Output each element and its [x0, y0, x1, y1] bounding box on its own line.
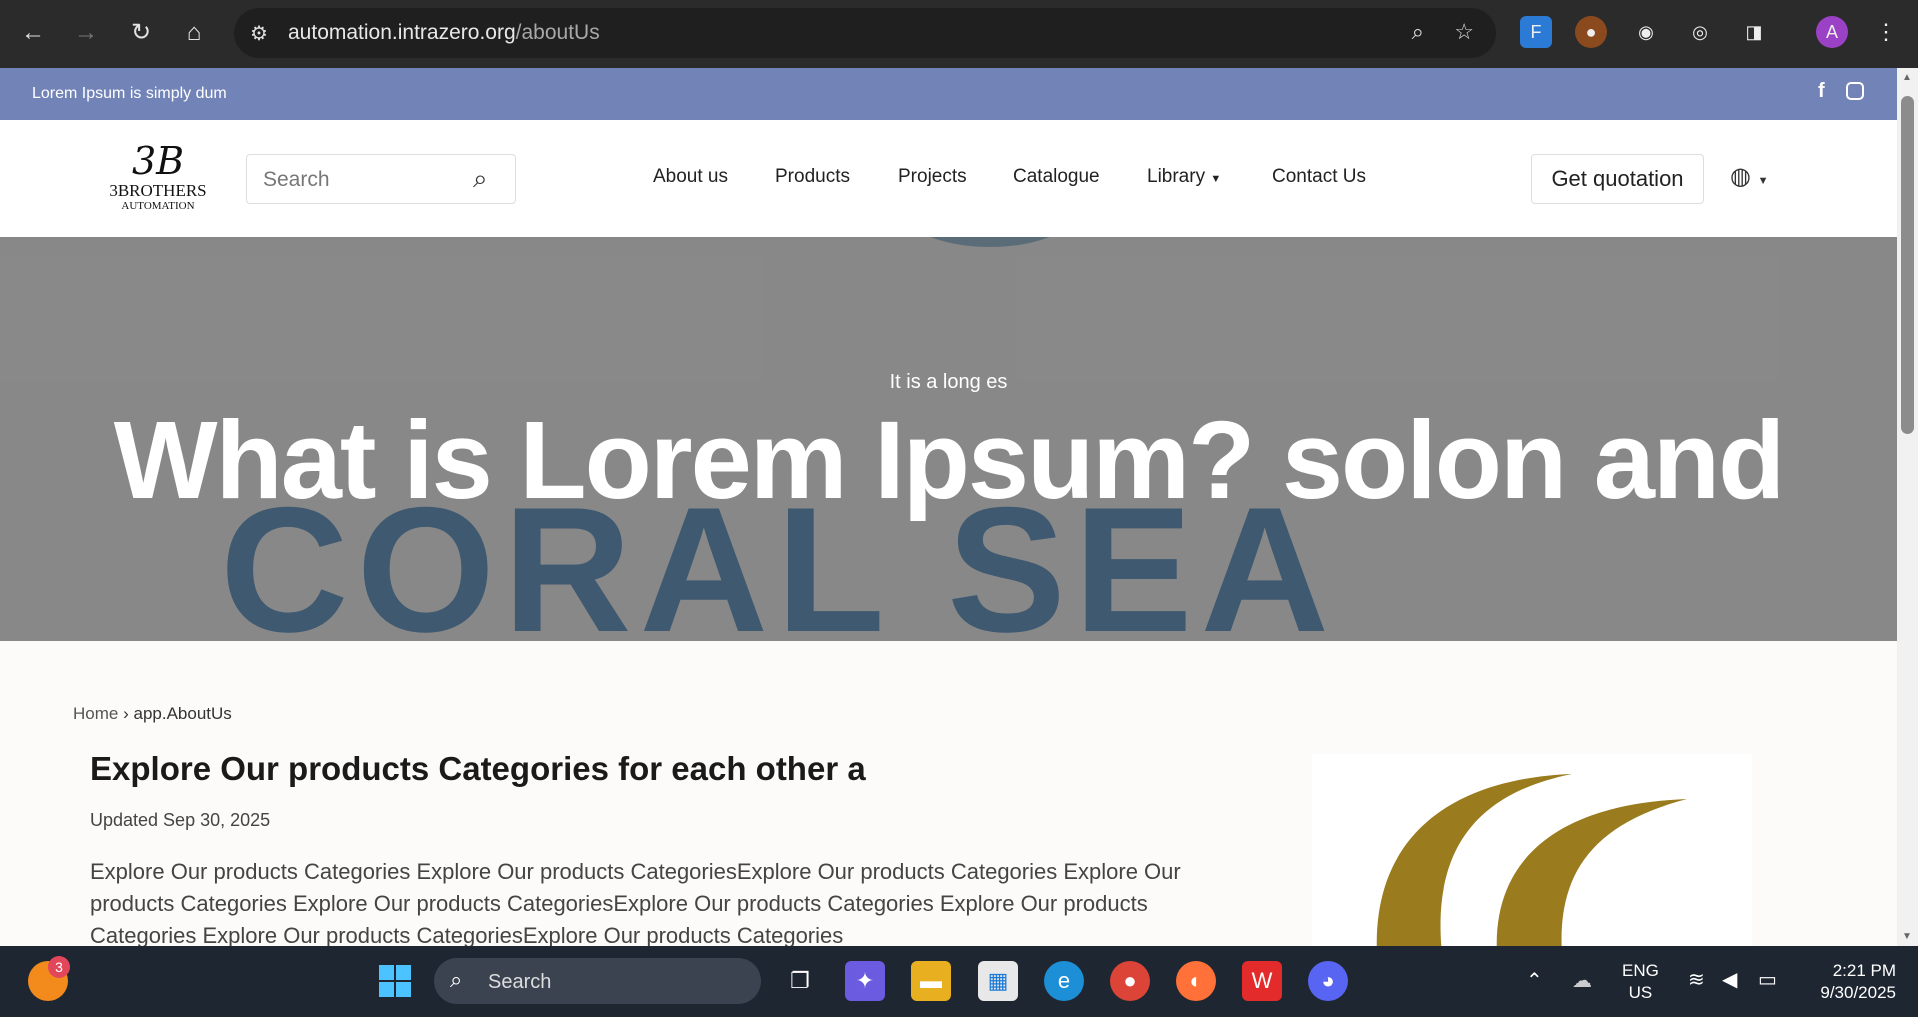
battery-icon[interactable]: ▭: [1758, 967, 1777, 992]
breadcrumb-current: app.AboutUs: [133, 704, 232, 723]
search-icon[interactable]: ⌕: [473, 163, 488, 195]
wifi-icon[interactable]: ≋: [1688, 967, 1705, 992]
logo-name: 3BROTHERS: [109, 181, 207, 200]
scrollbar-thumb[interactable]: [1901, 96, 1914, 434]
web-page: Lorem Ipsum is simply dum f 3B 3BROTHERS…: [0, 68, 1897, 946]
address-bar[interactable]: ⚙ automation.intrazero.org/aboutUs ⌕ ☆: [234, 8, 1496, 58]
hero-subtitle: It is a long es: [889, 371, 1008, 393]
facebook-icon[interactable]: f: [1818, 80, 1825, 103]
site-header: 3B 3BROTHERS AUTOMATION ⌕ About us Produ…: [0, 120, 1897, 237]
profile-avatar[interactable]: A: [1816, 16, 1848, 48]
language-selector[interactable]: ◍ ▼: [1730, 162, 1769, 191]
nav-about-us[interactable]: About us: [653, 166, 728, 188]
notification-badge: 3: [48, 956, 70, 978]
windows-logo: [379, 965, 411, 997]
clock[interactable]: 2:21 PM 9/30/2025: [1800, 960, 1896, 1004]
globe-icon: ◍: [1730, 163, 1751, 190]
page-scrollbar[interactable]: ▲ ▼: [1897, 68, 1918, 946]
instagram-icon[interactable]: [1846, 82, 1864, 100]
breadcrumb-home[interactable]: Home: [73, 704, 118, 723]
bookmark-star-icon[interactable]: ☆: [1454, 19, 1474, 45]
scroll-up-icon[interactable]: ▲: [1902, 72, 1912, 83]
taskbar-search-label: Search: [488, 971, 552, 993]
nav-contact-us[interactable]: Contact Us: [1272, 166, 1366, 188]
show-hidden-icons-icon[interactable]: ⌃: [1526, 968, 1543, 993]
nav-library[interactable]: Library ▼: [1147, 166, 1221, 188]
wps-office-icon[interactable]: W: [1242, 961, 1282, 1001]
language-code: ENG: [1622, 961, 1659, 980]
onedrive-icon[interactable]: ☁: [1572, 968, 1592, 993]
caret-down-icon: ▼: [1757, 175, 1769, 187]
back-icon[interactable]: ←: [16, 16, 50, 50]
extension-cookie-icon[interactable]: ●: [1575, 16, 1607, 48]
nav-products[interactable]: Products: [775, 166, 850, 188]
search-input[interactable]: [263, 165, 463, 195]
logo-sub: AUTOMATION: [121, 200, 195, 212]
site-search: ⌕: [246, 154, 516, 204]
page-title: Explore Our products Categories for each…: [90, 750, 866, 787]
region-code: US: [1628, 983, 1653, 1002]
discord-icon[interactable]: ◕: [1308, 961, 1348, 1001]
company-logo-image: [1312, 754, 1752, 946]
hero-banner: CORAL SEA It is a long es What is Lorem …: [0, 237, 1897, 641]
reload-icon[interactable]: ↻: [124, 16, 158, 50]
announcement-bar: Lorem Ipsum is simply dum f: [0, 68, 1897, 120]
caret-down-icon: ▼: [1210, 173, 1222, 185]
breadcrumb-separator: ›: [123, 704, 129, 723]
clock-time: 2:21 PM: [1832, 961, 1896, 980]
extensions-icon[interactable]: ◨: [1738, 16, 1770, 48]
file-explorer-icon[interactable]: ▬: [911, 961, 951, 1001]
hero-title: What is Lorem Ipsum? solon and: [113, 399, 1786, 522]
updated-date: Updated Sep 30, 2025: [90, 810, 271, 830]
url-text[interactable]: automation.intrazero.org/aboutUs: [288, 21, 600, 45]
taskbar-search[interactable]: ⌕ Search: [434, 958, 761, 1004]
nav-library-label: Library: [1147, 166, 1206, 187]
task-view-icon[interactable]: ❐: [780, 961, 820, 1001]
announcement-text: Lorem Ipsum is simply dum: [32, 85, 227, 102]
microsoft-store-icon[interactable]: ▦: [978, 961, 1018, 1001]
nav-projects[interactable]: Projects: [898, 166, 967, 188]
extension-glasses-icon[interactable]: ◎: [1684, 16, 1716, 48]
firefox-icon[interactable]: ◐: [1176, 961, 1216, 1001]
start-icon[interactable]: [375, 961, 415, 1001]
browser-toolbar: ← → ↻ ⌂ ⚙ automation.intrazero.org/about…: [0, 0, 1918, 68]
site-logo[interactable]: 3B 3BROTHERS AUTOMATION: [94, 140, 222, 218]
extension-fi-icon[interactable]: F: [1520, 16, 1552, 48]
search-icon: ⌕: [450, 967, 463, 992]
body-paragraph: Explore Our products Categories Explore …: [90, 859, 1181, 946]
zoom-icon[interactable]: ⌕: [1412, 19, 1424, 45]
menu-icon[interactable]: ⋮: [1870, 16, 1902, 48]
nav-catalogue[interactable]: Catalogue: [1013, 166, 1100, 188]
logo-mark: 3B: [131, 139, 185, 183]
scroll-down-icon[interactable]: ▼: [1902, 931, 1912, 942]
get-quotation-button[interactable]: Get quotation: [1531, 154, 1704, 204]
volume-icon[interactable]: ◀: [1722, 967, 1737, 992]
language-indicator[interactable]: ENG US: [1622, 960, 1659, 1004]
edge-icon[interactable]: e: [1044, 961, 1084, 1001]
breadcrumb: Home › app.AboutUs: [73, 704, 232, 724]
camera-icon[interactable]: ◉: [1630, 16, 1662, 48]
forward-icon[interactable]: →: [69, 16, 103, 50]
site-settings-icon[interactable]: ⚙: [250, 21, 268, 46]
chrome-icon[interactable]: ●: [1110, 961, 1150, 1001]
clock-date: 9/30/2025: [1820, 983, 1896, 1002]
copilot-icon[interactable]: ✦: [845, 961, 885, 1001]
gold-swoosh-logo: [1376, 774, 1687, 946]
windows-taskbar: 3 ⌕ Search ❐ ✦ ▬ ▦ e ● ◐ W ◕ ⌃ ☁ ENG US …: [0, 946, 1918, 1017]
home-icon[interactable]: ⌂: [177, 16, 211, 50]
